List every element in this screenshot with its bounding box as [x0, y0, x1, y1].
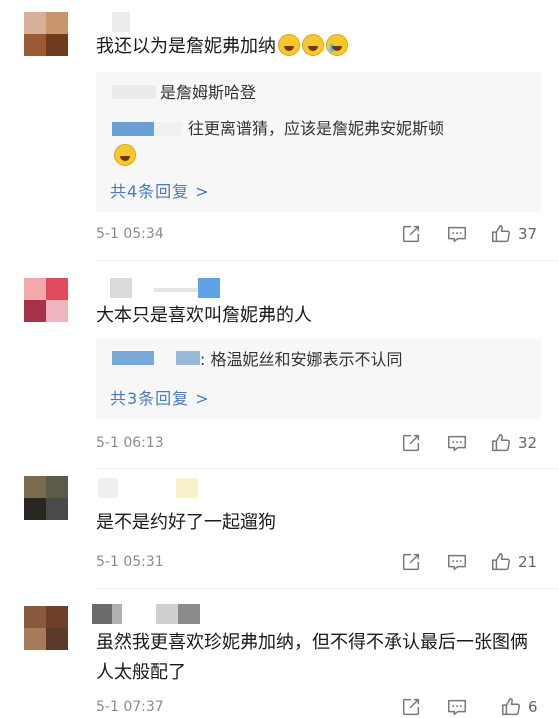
laugh-cry-emoji-icon: [278, 34, 300, 56]
comment-time: 5-1 05:34: [96, 226, 164, 242]
comment-time: 5-1 05:31: [96, 554, 164, 570]
reply-text: 是詹姆斯哈登: [160, 82, 256, 104]
comment-icon: [448, 699, 466, 716]
avatar-tile: [24, 476, 46, 498]
thumbs-up-icon: [492, 225, 510, 243]
avatar-tile: [46, 278, 68, 300]
crying-emoji-icon: [326, 34, 348, 56]
comment-body: 是不是约好了一起遛狗: [96, 512, 276, 533]
avatar[interactable]: [24, 606, 68, 650]
reply-username-blurred[interactable]: [154, 122, 182, 136]
comment-body: 虽然我更喜欢珍妮弗加纳，但不得不承认最后一张图俩人太般配了: [96, 632, 528, 683]
comment-body: 大本只是喜欢叫詹妮弗的人: [96, 305, 312, 326]
avatar[interactable]: [24, 278, 68, 322]
avatar-tile: [24, 34, 46, 56]
reply-button[interactable]: [446, 432, 468, 454]
avatar-tile: [24, 498, 46, 520]
reply-username-blurred[interactable]: [112, 351, 154, 365]
reply-text-content: 往更离谱猜，应该是詹妮弗安妮斯顿: [188, 119, 445, 138]
share-button[interactable]: [400, 223, 422, 245]
like-button[interactable]: 32: [490, 432, 537, 454]
share-icon: [402, 434, 420, 452]
comment-meta: 5-1 06:13 32: [96, 432, 546, 454]
avatar-tile: [46, 12, 68, 34]
avatar-tile: [24, 278, 46, 300]
like-button[interactable]: 6: [500, 696, 538, 718]
avatar-tile: [24, 628, 46, 650]
divider: [96, 260, 559, 261]
comment-meta: 5-1 07:37 6: [96, 696, 546, 718]
comment-text: 虽然我更喜欢珍妮弗加纳，但不得不承认最后一张图俩人太般配了: [96, 628, 536, 688]
like-count: 37: [518, 225, 538, 243]
comment-text: 我还以为是詹妮弗加纳: [96, 32, 536, 62]
comment-body: 我还以为是詹妮弗加纳: [96, 36, 276, 57]
sweat-smile-emoji-icon: [114, 144, 136, 166]
comment-icon: [448, 435, 466, 452]
thumbs-up-icon: [492, 434, 510, 452]
comment-text: 是不是约好了一起遛狗: [96, 508, 536, 538]
reply-username-blurred[interactable]: [176, 351, 200, 365]
comment-time: 5-1 06:13: [96, 435, 164, 451]
reply-box[interactable]: 是詹姆斯哈登 往更离谱猜，应该是詹妮弗安妮斯顿 共4条回复 >: [96, 72, 541, 212]
divider: [96, 468, 559, 469]
view-more-replies-link[interactable]: 共4条回复 >: [110, 178, 210, 202]
share-button[interactable]: [400, 696, 422, 718]
avatar-tile: [24, 12, 46, 34]
laugh-cry-emoji-icon: [302, 34, 324, 56]
reply-username-blurred[interactable]: [112, 85, 156, 99]
comment-meta: 5-1 05:34 37: [96, 223, 546, 245]
avatar-tile: [46, 628, 68, 650]
like-button[interactable]: 21: [490, 551, 537, 573]
share-icon: [402, 698, 420, 716]
avatar[interactable]: [24, 476, 68, 520]
reply-username-blurred[interactable]: [112, 122, 154, 136]
avatar[interactable]: [24, 12, 68, 56]
reply-text-content: 是詹姆斯哈登: [160, 83, 257, 102]
reply-button[interactable]: [446, 223, 468, 245]
share-icon: [402, 553, 420, 571]
share-button[interactable]: [400, 432, 422, 454]
avatar-tile: [46, 300, 68, 322]
reply-box[interactable]: : 格温妮丝和安娜表示不认同 共3条回复 >: [96, 339, 541, 419]
comment-icon: [448, 554, 466, 571]
avatar-tile: [46, 606, 68, 628]
like-count: 32: [518, 434, 538, 452]
reply-text: 往更离谱猜，应该是詹妮弗安妮斯顿: [188, 118, 444, 140]
reply-button[interactable]: [446, 696, 468, 718]
comment-icon: [448, 226, 466, 243]
reply-text-content: : 格温妮丝和安娜表示不认同: [200, 350, 403, 369]
avatar-tile: [46, 476, 68, 498]
divider: [96, 588, 559, 589]
share-button[interactable]: [400, 551, 422, 573]
comment-time: 5-1 07:37: [96, 699, 164, 715]
avatar-tile: [24, 300, 46, 322]
avatar-tile: [24, 606, 46, 628]
like-button[interactable]: 37: [490, 223, 537, 245]
avatar-tile: [46, 34, 68, 56]
avatar-tile: [46, 498, 68, 520]
thumbs-up-icon: [492, 553, 510, 571]
view-more-replies-link[interactable]: 共3条回复 >: [110, 385, 210, 409]
share-icon: [402, 225, 420, 243]
comment-text: 大本只是喜欢叫詹妮弗的人: [96, 301, 536, 331]
like-count: 6: [528, 698, 538, 716]
reply-text: : 格温妮丝和安娜表示不认同: [200, 349, 402, 371]
comment-meta: 5-1 05:31 21: [96, 551, 546, 573]
like-count: 21: [518, 553, 538, 571]
reply-button[interactable]: [446, 551, 468, 573]
thumbs-up-icon: [502, 698, 520, 716]
